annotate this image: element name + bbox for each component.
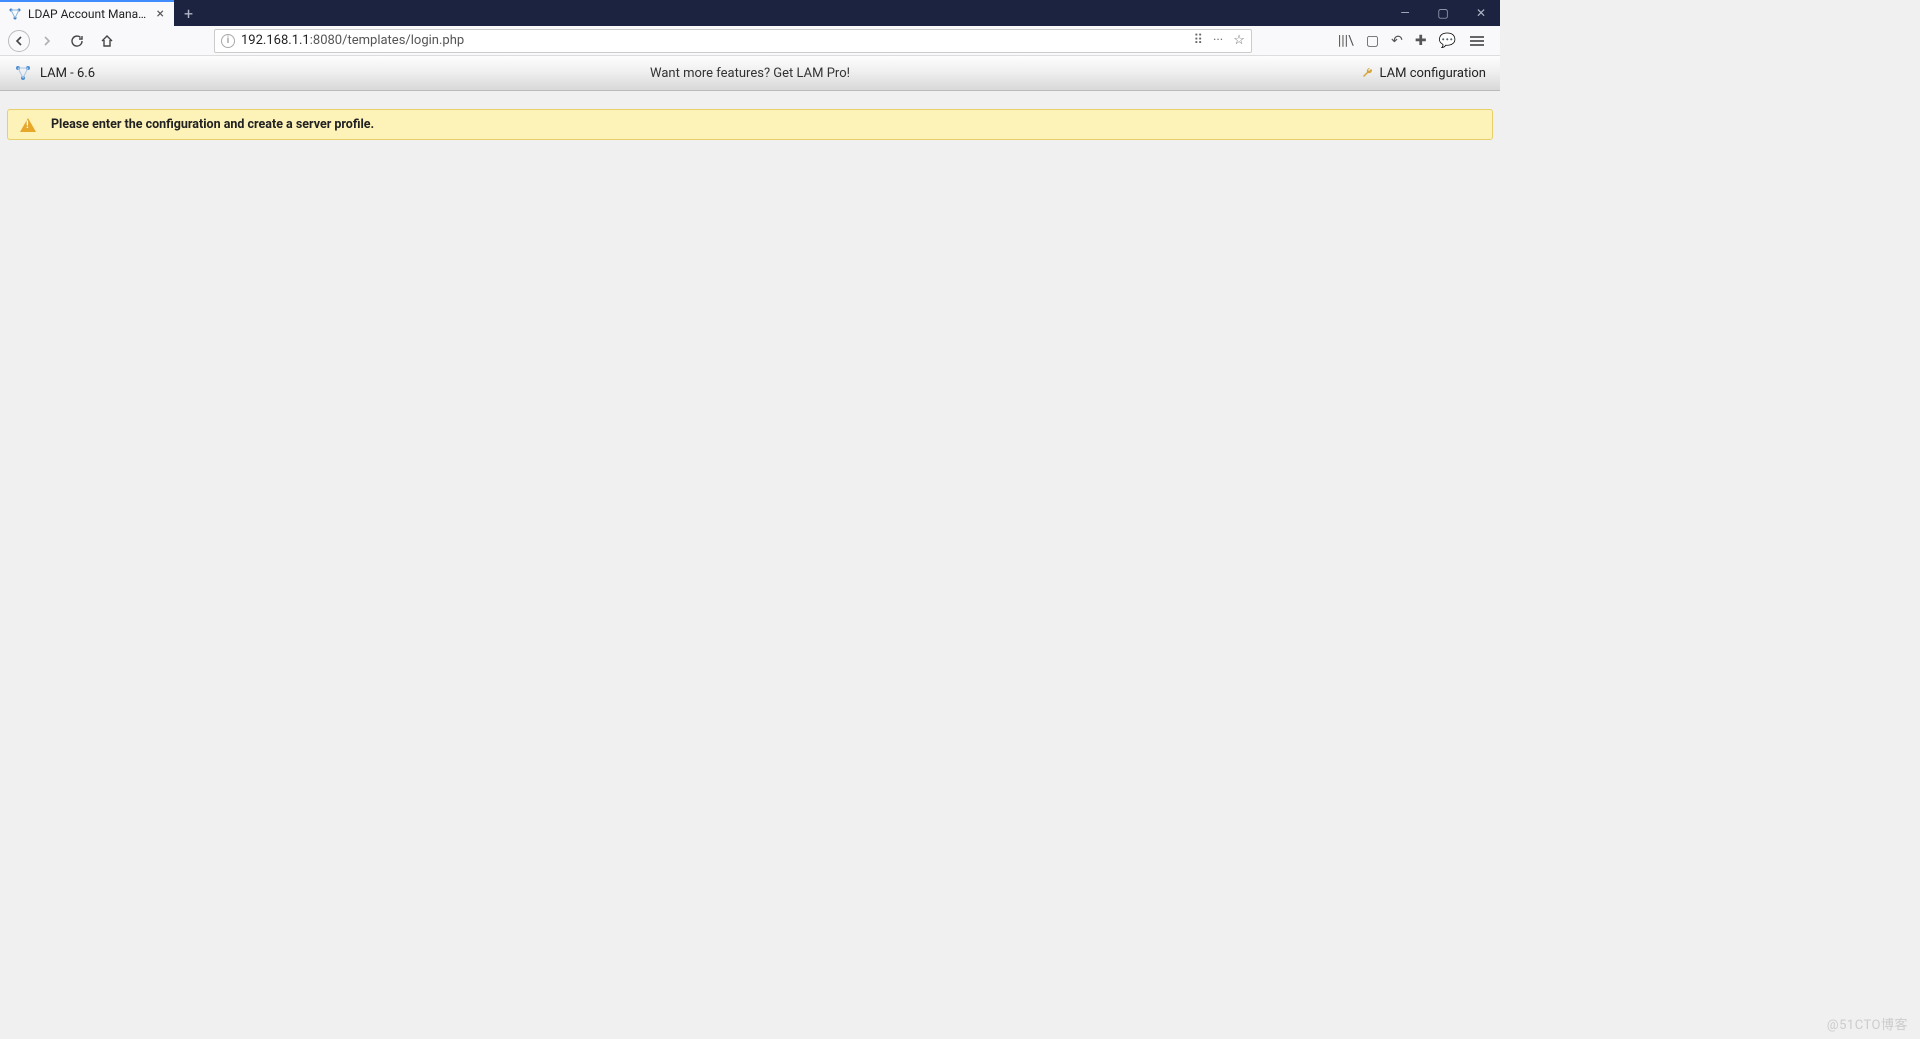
qr-code-icon[interactable]: ⠿ <box>1193 33 1203 48</box>
tab-close-icon[interactable]: × <box>155 6 166 22</box>
warning-icon <box>20 118 36 132</box>
browser-tab-bar: LDAP Account Manager × + — ▢ ✕ <box>0 0 1500 26</box>
library-icon[interactable]: |||\ <box>1336 31 1356 51</box>
url-rest: :8080/templates/login.php <box>310 33 464 48</box>
site-info-icon[interactable]: i <box>221 34 235 48</box>
chat-icon[interactable]: 💬 <box>1437 31 1458 51</box>
window-close-button[interactable]: ✕ <box>1462 0 1500 26</box>
lam-title: LAM - 6.6 <box>40 66 95 81</box>
watermark: @51CTO博客 <box>1827 1014 1908 1033</box>
lam-logo[interactable]: LAM - 6.6 <box>14 64 95 82</box>
url-host: 192.168.1.1 <box>241 33 310 48</box>
warning-banner: Please enter the configuration and creat… <box>7 109 1493 140</box>
page-content: LAM - 6.6 Want more features? Get LAM Pr… <box>0 56 1500 812</box>
window-maximize-button[interactable]: ▢ <box>1424 0 1462 26</box>
lam-pro-text[interactable]: Want more features? Get LAM Pro! <box>650 66 850 81</box>
new-tab-button[interactable]: + <box>174 0 203 26</box>
url-text: 192.168.1.1:8080/templates/login.php <box>241 33 1187 48</box>
home-button[interactable] <box>94 28 120 54</box>
url-bar[interactable]: i 192.168.1.1:8080/templates/login.php ⠿… <box>214 29 1252 53</box>
browser-tab[interactable]: LDAP Account Manager × <box>0 0 174 26</box>
tab-favicon-icon <box>8 7 22 21</box>
lam-header: LAM - 6.6 Want more features? Get LAM Pr… <box>0 56 1500 91</box>
window-minimize-button[interactable]: — <box>1386 0 1424 26</box>
reload-button[interactable] <box>64 28 90 54</box>
browser-nav-bar: i 192.168.1.1:8080/templates/login.php ⠿… <box>0 26 1500 56</box>
page-actions-icon[interactable]: ··· <box>1213 33 1223 48</box>
tab-title: LDAP Account Manager <box>28 7 149 21</box>
bookmark-star-icon[interactable]: ☆ <box>1233 33 1245 48</box>
back-button[interactable] <box>8 30 30 52</box>
browser-right-tools: |||\ ▢ ↶ ✚ 💬 <box>1336 31 1494 51</box>
extension-icon[interactable]: ✚ <box>1413 31 1429 51</box>
forward-button[interactable] <box>34 28 60 54</box>
lam-config-label: LAM configuration <box>1380 66 1486 81</box>
lam-config-link[interactable]: LAM configuration <box>1361 66 1486 81</box>
undo-icon[interactable]: ↶ <box>1389 31 1405 51</box>
wrench-icon <box>1361 66 1375 80</box>
lam-logo-icon <box>14 64 32 82</box>
warning-text: Please enter the configuration and creat… <box>51 117 374 132</box>
sidebar-icon[interactable]: ▢ <box>1364 31 1381 51</box>
menu-button[interactable] <box>1466 32 1488 50</box>
lam-pro-link[interactable]: Want more features? Get LAM Pro! <box>650 66 850 81</box>
